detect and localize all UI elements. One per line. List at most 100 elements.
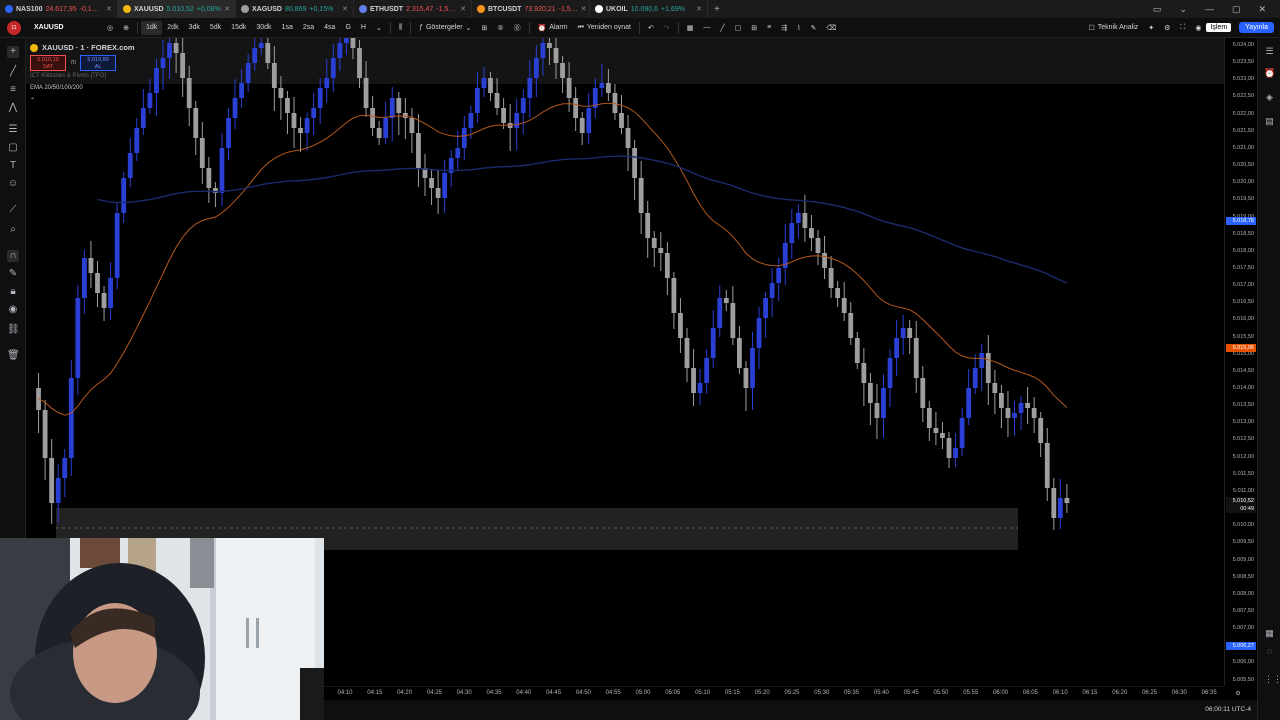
tab-nas100[interactable]: NAS100 24.617,95 -0,1… ✕ [0, 0, 118, 18]
interval-5dk[interactable]: 5dk [205, 18, 226, 38]
undo-icon[interactable]: ↶ [643, 18, 659, 38]
pen-icon[interactable]: ✎ [806, 18, 822, 38]
interval-30dk[interactable]: 30dk [251, 18, 276, 38]
indicator-ema[interactable]: EMA 20/50/100/200 [30, 85, 135, 95]
lock-icon[interactable]: 🔒︎ [7, 286, 19, 298]
add-symbol-icon[interactable]: ⊕ [118, 18, 134, 38]
axis-settings-icon[interactable]: ⚙ [1235, 690, 1240, 697]
hline-icon[interactable]: — [698, 18, 715, 38]
close-icon[interactable]: ✕ [581, 5, 587, 13]
new-tab-plus-icon[interactable]: + [708, 4, 726, 15]
interval-dropdown-icon[interactable]: ⌄ [371, 18, 387, 38]
emoji-tool-icon[interactable]: ☺ [7, 178, 19, 190]
candle-body [1064, 498, 1070, 503]
alarm-button[interactable]: ⏰ Alarm [533, 18, 573, 38]
text-tool-icon[interactable]: T [7, 160, 19, 172]
rectangle-icon[interactable]: ▢ [730, 18, 747, 38]
alerts-icon[interactable]: ⏰ [1264, 68, 1275, 79]
indicators-button[interactable]: ƒ Göstergeler ⌄ [414, 18, 476, 38]
chat-icon[interactable]: ◌ [1264, 646, 1275, 657]
interval-1dk[interactable]: 1dk [140, 20, 163, 35]
fib-icon[interactable]: ≡ [762, 18, 776, 38]
pattern-tool-icon[interactable]: ⋀ [7, 102, 19, 114]
zoom-icon[interactable]: ⌕ [7, 224, 19, 236]
link-icon[interactable]: ⛓ [7, 324, 20, 336]
close-icon[interactable]: ✕ [696, 5, 702, 13]
eye-icon[interactable]: ◉ [7, 304, 19, 316]
fib-tool-icon[interactable]: ☰ [7, 124, 19, 136]
pencil-lock-icon[interactable]: ✎ [7, 268, 19, 280]
data-window-icon[interactable]: ▤ [1264, 116, 1275, 127]
tab-xagusd[interactable]: XAGUSD 80,869 +0,15% ✕ [236, 0, 354, 18]
magic-icon[interactable]: ✦ [1143, 18, 1159, 38]
trendline-tool-icon[interactable]: ╱ [7, 66, 19, 78]
buy-button[interactable]: 5.010,89 AL [80, 55, 117, 71]
layers-icon[interactable]: ◈ [1264, 92, 1275, 103]
crosshair-box-icon[interactable]: ⊞ [746, 18, 762, 38]
price-axis[interactable]: 5.024,00 5.023,50 5.023,00 5.022,50 5.022,00… [1224, 38, 1257, 686]
collapse-legend-icon[interactable]: ⌃ [30, 97, 135, 107]
symbol-search[interactable]: XAUUSD [30, 21, 102, 35]
interval-g[interactable]: G [340, 18, 355, 38]
candle-body [1005, 408, 1011, 418]
calendar-icon[interactable]: ▦ [1264, 628, 1275, 639]
interval-3dk[interactable]: 3dk [184, 18, 205, 38]
close-icon[interactable]: ✕ [106, 5, 112, 13]
fullscreen-icon[interactable]: ⛶ [1175, 18, 1190, 38]
account-avatar[interactable]: 11 [7, 21, 21, 35]
interval-1sa[interactable]: 1sa [277, 18, 298, 38]
trade-button[interactable]: İşlem [1206, 23, 1232, 32]
ruler-icon[interactable]: ⟋ [7, 204, 19, 216]
shape-tool-icon[interactable]: ▢ [7, 142, 19, 154]
long-position-icon[interactable]: ⇶ [776, 18, 792, 38]
trash-icon[interactable]: 🗑︎ [7, 350, 20, 362]
layout-icon[interactable]: ▭ [1153, 4, 1162, 15]
sell-button[interactable]: 5.010,19 SAT [30, 55, 66, 71]
gold-icon [123, 5, 131, 13]
close-icon[interactable]: ✕ [224, 5, 230, 13]
candle-body [1038, 418, 1044, 443]
analysis-checkbox[interactable]: ☐ Teknik Analiz [1084, 18, 1144, 38]
trendline-icon[interactable]: ╱ [715, 18, 729, 38]
candle-type-icon[interactable]: ⫼ [394, 18, 407, 38]
minimize-icon[interactable]: — [1205, 4, 1214, 15]
templates-icon[interactable]: ⊞ [476, 18, 492, 38]
interval-2dk[interactable]: 2dk [162, 18, 183, 38]
tab-btcusdt[interactable]: BTCUSDT 73.920,21 -1,5… ✕ [472, 0, 590, 18]
dropdown-icon[interactable]: ⌄ [1179, 4, 1187, 15]
eraser-icon[interactable]: ⌫ [821, 18, 841, 38]
compare-icon[interactable]: ◎ [102, 18, 118, 38]
tab-ukoil[interactable]: UKOIL 10.090,6 +1,69% ✕ [590, 0, 708, 18]
grid-icon[interactable]: ▦ [682, 18, 699, 38]
candle-body [134, 128, 140, 153]
channel-tool-icon[interactable]: ≡ [7, 84, 19, 96]
close-icon[interactable]: ✕ [342, 5, 348, 13]
interval-4sa[interactable]: 4sa [319, 18, 340, 38]
publish-button[interactable]: Yayınla [1239, 22, 1274, 33]
close-icon[interactable]: ✕ [460, 5, 466, 13]
legend-title[interactable]: XAUUSD · 1 · FOREX.com [42, 43, 135, 52]
tab-ethusdt[interactable]: ETHUSDT 2.315,47 -1,5… ✕ [354, 0, 472, 18]
replay-button[interactable]: ⏮ Yeniden oynat [573, 18, 636, 38]
redo-icon[interactable]: ↷ [659, 18, 675, 38]
camera-icon[interactable]: ◉ [1190, 18, 1206, 38]
candle-body [429, 178, 434, 188]
tab-xauusd[interactable]: XAUUSD 5.010,52 +0,08% ✕ [118, 0, 236, 18]
settings-gear-icon[interactable]: ⚙ [1159, 18, 1175, 38]
candle-body [835, 288, 841, 298]
utc-clock[interactable]: 06:00:11 UTC-4 [1205, 706, 1251, 713]
interval-15dk[interactable]: 15dk [226, 18, 251, 38]
crosshair-icon[interactable]: + [7, 46, 19, 58]
apps-icon[interactable]: ⋮⋮ [1264, 674, 1280, 685]
watchlist-icon[interactable]: ☰ [1264, 46, 1275, 57]
maximize-icon[interactable]: ▢ [1232, 4, 1241, 15]
time-tick-label: 05:50 [933, 690, 949, 696]
interval-2sa[interactable]: 2sa [298, 18, 319, 38]
close-window-icon[interactable]: ✕ [1258, 4, 1266, 15]
magnet-icon[interactable]: ∩ [7, 250, 19, 262]
zigzag-icon[interactable]: ⌇ [792, 18, 805, 38]
interval-h[interactable]: H [356, 18, 371, 38]
candle-body [953, 448, 958, 458]
time-tick-label: 05:10 [695, 690, 711, 696]
indicator-killzones[interactable]: ICT Killzones & Pivots [TFO] [30, 73, 135, 83]
